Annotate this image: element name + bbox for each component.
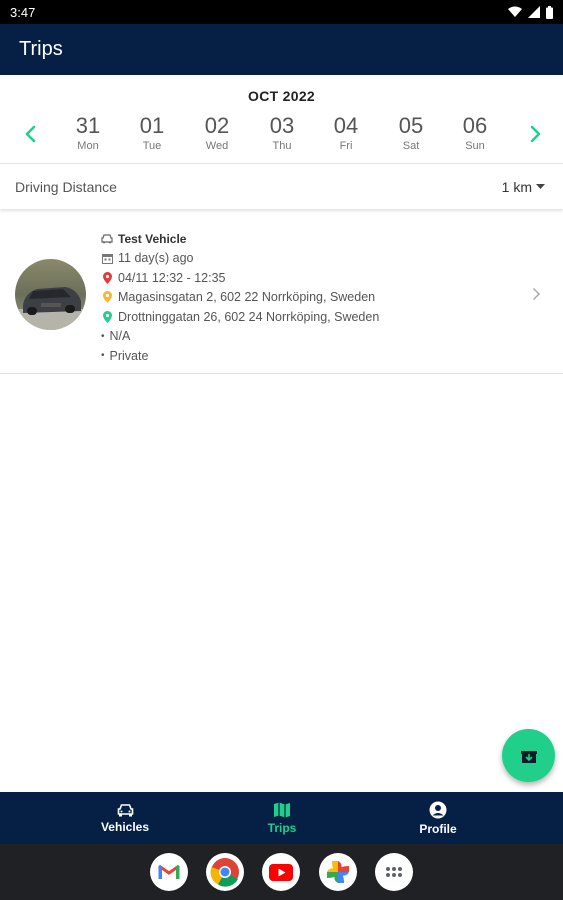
day-item[interactable]: 05 Sat <box>379 113 443 152</box>
week-calendar: OCT 2022 31 Mon 01 Tue 02 Wed 03 Thu 04 … <box>0 75 563 163</box>
app-drawer-icon[interactable] <box>375 853 413 891</box>
chevron-left-icon <box>25 125 36 143</box>
chrome-icon[interactable] <box>206 853 244 891</box>
bottom-navigation: Vehicles Trips Profile <box>0 792 563 844</box>
trip-end-row: Drottninggatan 26, 602 24 Norrköping, Sw… <box>101 307 379 327</box>
next-week-button[interactable] <box>524 122 548 146</box>
location-pin-yellow-icon <box>101 291 113 304</box>
app-bar: Trips <box>0 24 563 75</box>
calendar-icon <box>101 252 113 264</box>
wifi-icon <box>508 6 522 17</box>
battery-icon <box>546 5 553 19</box>
day-number: 04 <box>333 113 359 138</box>
day-item[interactable]: 03 Thu <box>250 113 314 152</box>
day-number: 31 <box>75 113 101 138</box>
nav-profile-label: Profile <box>419 821 457 836</box>
location-pin-green-icon <box>101 310 113 323</box>
signal-icon <box>528 6 540 18</box>
status-time: 3:47 <box>10 4 36 20</box>
day-name: Tue <box>142 140 162 152</box>
day-name: Wed <box>205 140 229 152</box>
car-icon <box>101 233 113 245</box>
distance-value: 1 km <box>501 178 532 195</box>
month-label: OCT 2022 <box>248 88 315 104</box>
day-number: 05 <box>398 113 424 138</box>
trip-purpose: N/A <box>109 329 131 344</box>
nav-vehicles[interactable]: Vehicles <box>70 792 180 844</box>
car-icon <box>117 803 133 816</box>
distance-dropdown[interactable]: 1 km <box>502 179 545 195</box>
trip-time-row: 04/11 12:32 - 12:35 <box>101 268 379 288</box>
location-pin-red-icon <box>101 271 113 284</box>
driving-distance-label: Driving Distance <box>15 178 117 195</box>
trip-vehicle-row: Test Vehicle <box>101 229 379 249</box>
youtube-icon[interactable] <box>262 853 300 891</box>
day-name: Thu <box>272 140 292 152</box>
day-number: 03 <box>269 113 295 138</box>
trip-purpose-row: • N/A <box>101 327 379 347</box>
day-number: 06 <box>462 113 488 138</box>
bullet-icon: • <box>101 330 105 342</box>
trip-ago-row: 11 day(s) ago <box>101 249 379 269</box>
day-list: 31 Mon 01 Tue 02 Wed 03 Thu 04 Fri 05 Sa… <box>56 113 508 158</box>
chevron-right-icon <box>532 287 541 301</box>
day-number: 01 <box>139 113 165 138</box>
gmail-icon[interactable] <box>150 853 188 891</box>
status-bar: 3:47 <box>0 0 563 24</box>
photos-icon[interactable] <box>319 853 357 891</box>
day-item[interactable]: 02 Wed <box>185 113 249 152</box>
day-number: 02 <box>204 113 230 138</box>
trip-details: Test Vehicle 11 day(s) ago 04/11 12:32 -… <box>101 229 379 366</box>
download-icon <box>520 750 537 763</box>
dropdown-arrow-icon <box>536 183 545 189</box>
trip-start-row: Magasinsgatan 2, 602 22 Norrköping, Swed… <box>101 288 379 308</box>
trip-category: Private <box>109 348 149 363</box>
day-item[interactable]: 04 Fri <box>314 113 378 152</box>
trip-time-range: 04/11 12:32 - 12:35 <box>118 270 226 285</box>
bullet-icon: • <box>101 350 105 362</box>
nav-profile[interactable]: Profile <box>383 792 493 844</box>
nav-vehicles-label: Vehicles <box>100 819 150 834</box>
system-dock <box>0 844 563 900</box>
trip-ago: 11 day(s) ago <box>118 251 194 266</box>
map-icon <box>274 802 290 817</box>
trip-end-address: Drottninggatan 26, 602 24 Norrköping, Sw… <box>118 309 380 324</box>
day-item[interactable]: 06 Sun <box>443 113 507 152</box>
day-item[interactable]: 31 Mon <box>56 113 120 152</box>
trip-vehicle-name: Test Vehicle <box>118 231 187 246</box>
status-icons <box>508 5 553 19</box>
trip-list-item[interactable]: Test Vehicle 11 day(s) ago 04/11 12:32 -… <box>0 223 563 374</box>
day-name: Sun <box>465 140 485 152</box>
trip-category-row: • Private <box>101 346 379 366</box>
driving-distance-bar: Driving Distance 1 km <box>0 163 563 209</box>
nav-trips[interactable]: Trips <box>227 792 337 844</box>
export-trips-button[interactable] <box>502 729 555 782</box>
day-item[interactable]: 01 Tue <box>120 113 184 152</box>
chevron-right-icon <box>530 125 541 143</box>
nav-trips-label: Trips <box>267 820 297 835</box>
day-name: Sat <box>402 140 420 152</box>
profile-icon <box>429 801 447 818</box>
day-name: Mon <box>77 140 99 152</box>
day-name: Fri <box>339 140 353 152</box>
trip-start-address: Magasinsgatan 2, 602 22 Norrköping, Swed… <box>118 290 376 305</box>
page-title: Trips <box>19 38 63 60</box>
vehicle-photo <box>15 259 86 330</box>
previous-week-button[interactable] <box>18 122 42 146</box>
